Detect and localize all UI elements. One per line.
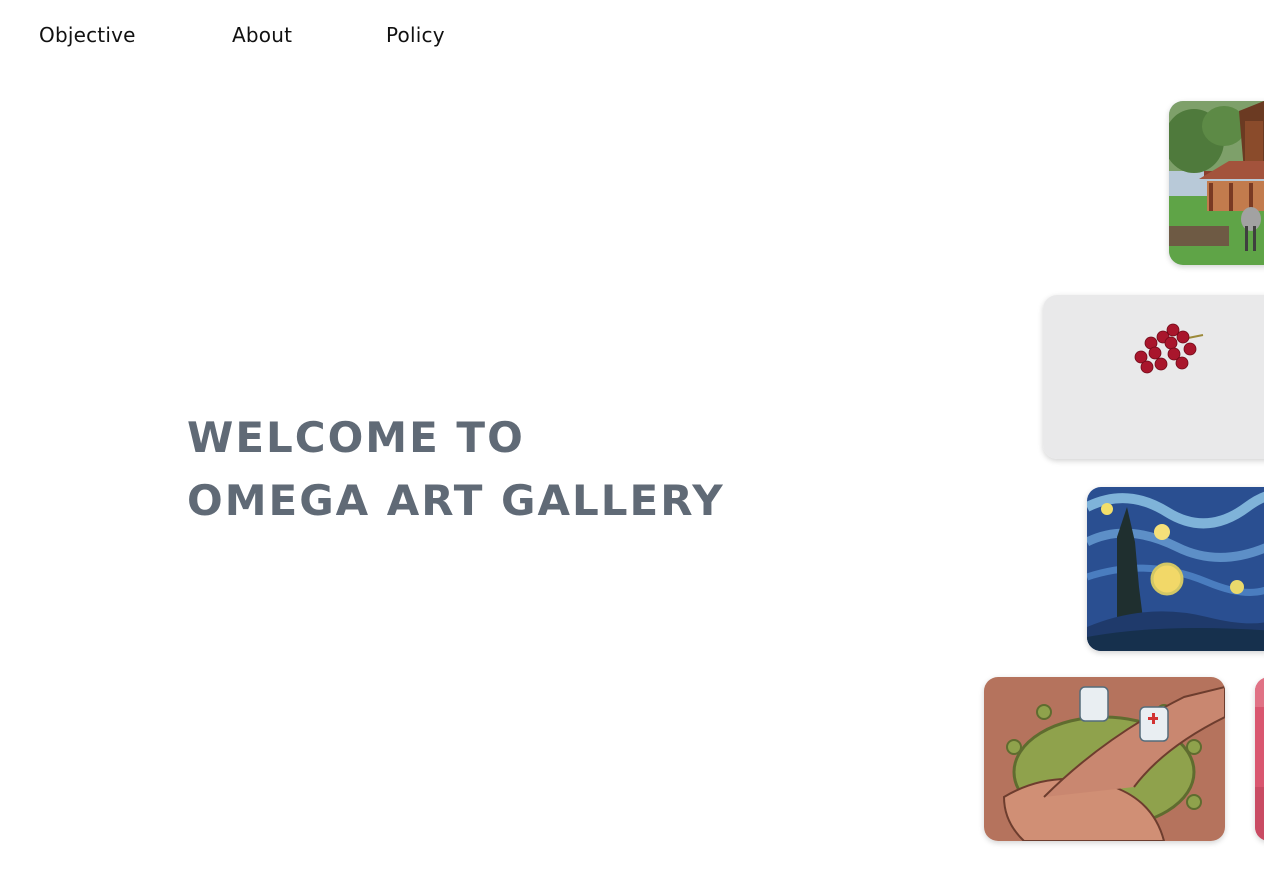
nav-about-link[interactable]: About	[232, 23, 292, 47]
page: Objective About Policy WELCOME TO OMEGA …	[0, 0, 1264, 876]
gallery-card-pink[interactable]	[1255, 677, 1264, 841]
hero-heading: WELCOME TO OMEGA ART GALLERY	[187, 406, 725, 532]
pink-artwork-image	[1255, 677, 1264, 841]
gallery-card-grapes[interactable]	[1043, 295, 1264, 459]
nav-objective-link[interactable]: Objective	[39, 23, 136, 47]
hero-line-1: WELCOME TO	[187, 413, 525, 462]
top-navigation: Objective About Policy	[0, 0, 1264, 72]
gallery-card-virus-hands[interactable]	[984, 677, 1225, 841]
grapes-artwork-image	[1043, 295, 1264, 459]
hero-line-2: OMEGA ART GALLERY	[187, 476, 725, 525]
starry-night-artwork-image	[1087, 487, 1264, 651]
virus-hands-artwork-image	[984, 677, 1225, 841]
nav-policy-link[interactable]: Policy	[386, 23, 445, 47]
village-artwork-image	[1169, 101, 1264, 265]
gallery-card-starry-night[interactable]	[1087, 487, 1264, 651]
gallery-card-village[interactable]	[1169, 101, 1264, 265]
